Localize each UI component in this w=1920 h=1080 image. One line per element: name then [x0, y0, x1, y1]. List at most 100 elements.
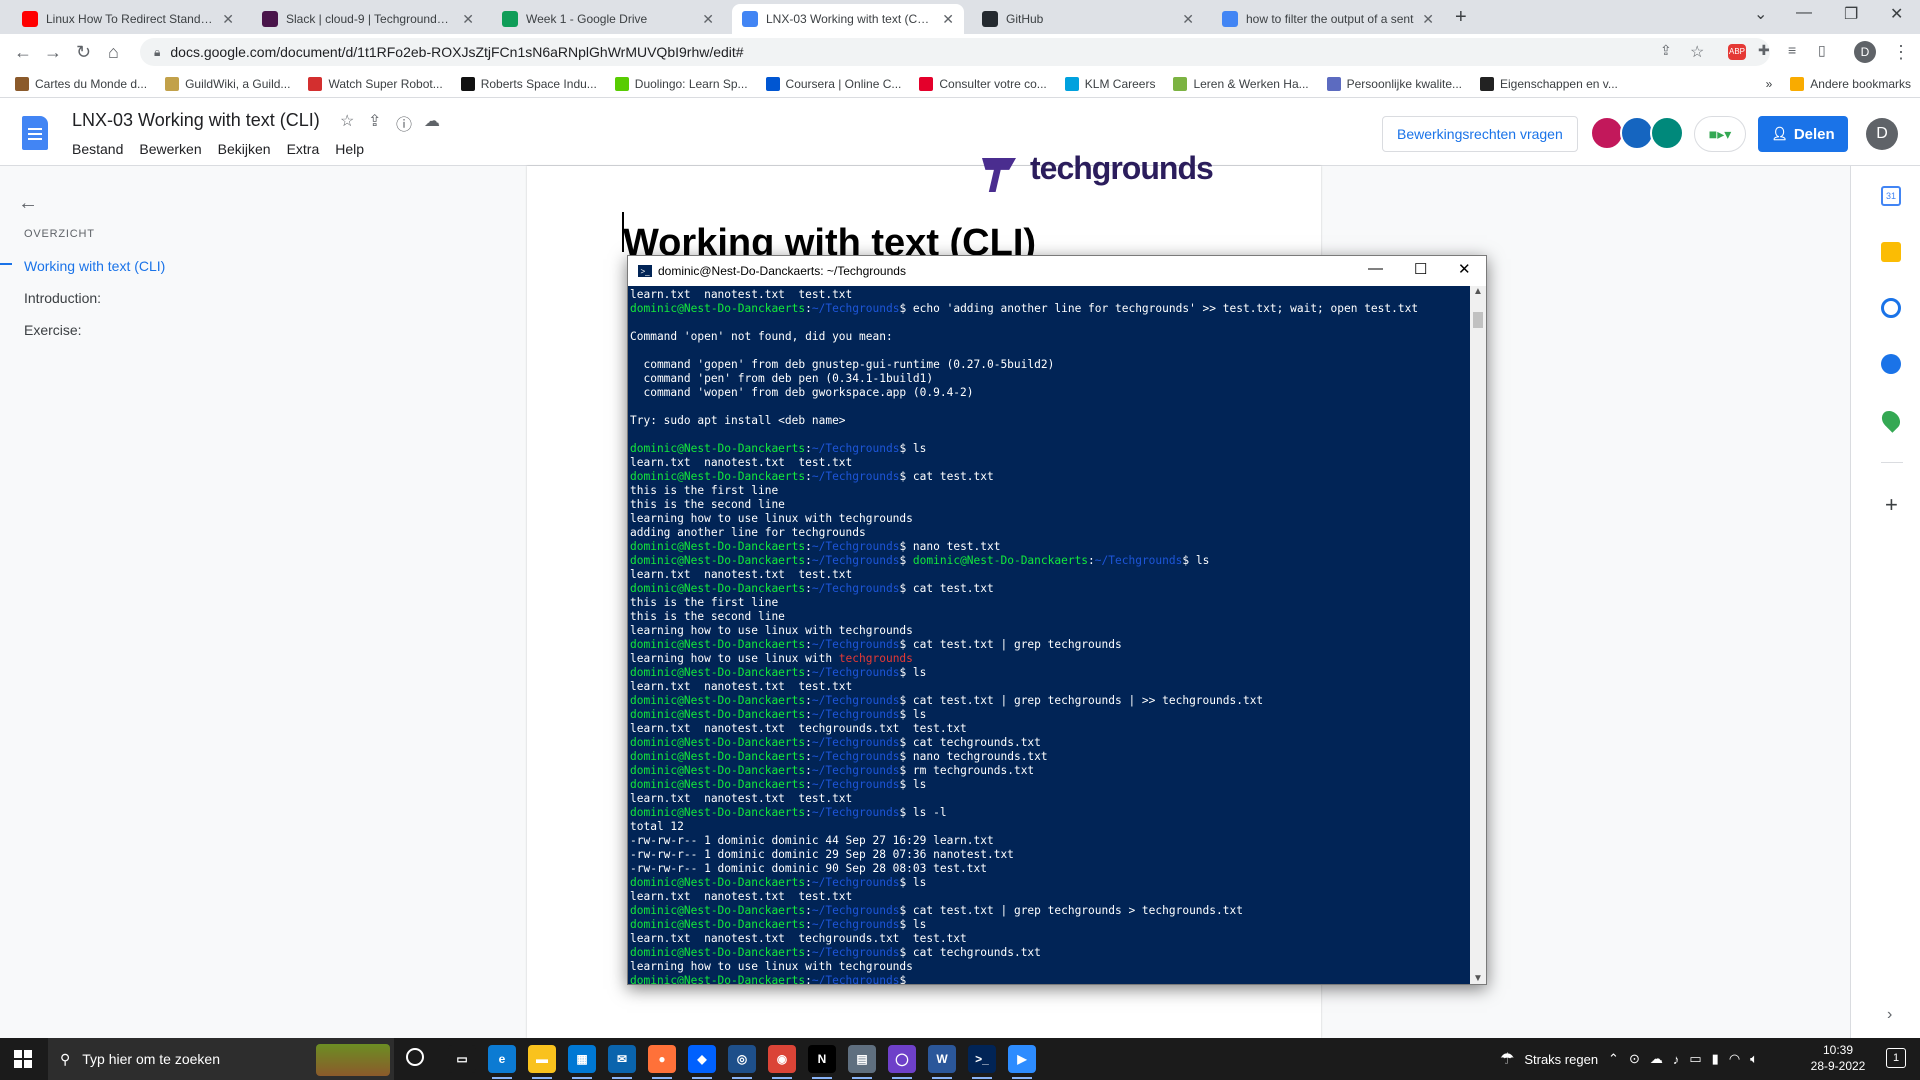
star-icon[interactable]: ☆ — [340, 111, 354, 131]
close-outline-arrow-icon[interactable]: ← — [18, 192, 38, 215]
tab-close-icon[interactable]: ✕ — [702, 11, 714, 28]
word-icon[interactable]: W — [928, 1045, 956, 1073]
chrome-icon[interactable]: ◉ — [768, 1045, 796, 1073]
new-tab-icon[interactable]: + — [1455, 6, 1467, 29]
bookmark-item[interactable]: Duolingo: Learn Sp... — [606, 76, 757, 91]
bookmark-item[interactable]: KLM Careers — [1056, 76, 1165, 91]
profile-avatar[interactable]: D — [1854, 41, 1876, 63]
outline-item-introduction[interactable]: Introduction: — [24, 290, 101, 306]
user-avatar[interactable]: D — [1866, 118, 1898, 150]
adblock-icon[interactable]: ABP — [1728, 44, 1746, 60]
document-title[interactable]: LNX-03 Working with text (CLI) — [72, 110, 320, 131]
edit-request-button[interactable]: Bewerkingsrechten vragen — [1382, 116, 1578, 152]
tab-close-icon[interactable]: ✕ — [1422, 11, 1434, 28]
task-view-icon[interactable]: ▭ — [448, 1045, 476, 1073]
info-icon[interactable]: ⓘ — [396, 111, 412, 135]
scroll-up-icon[interactable]: ▲ — [1473, 286, 1483, 297]
minimize-icon[interactable]: — — [1368, 260, 1383, 277]
terminal-window[interactable]: >_ dominic@Nest-Do-Danckaerts: ~/Techgro… — [627, 255, 1487, 985]
volume-icon[interactable]: 🔈︎ — [1750, 1051, 1758, 1067]
vm-icon[interactable]: ▤ — [848, 1045, 876, 1073]
powershell-icon[interactable]: >_ — [968, 1045, 996, 1073]
keep-icon[interactable] — [1881, 242, 1901, 262]
scroll-down-icon[interactable]: ▼ — [1473, 973, 1483, 984]
bookmark-item[interactable]: Persoonlijke kwalite... — [1318, 76, 1471, 91]
notification-center-icon[interactable]: 1 — [1886, 1048, 1906, 1068]
terminal-scrollbar[interactable]: ▲ ▼ — [1470, 286, 1486, 984]
browser-tab[interactable]: Linux How To Redirect Standard (✕ — [12, 4, 244, 34]
move-icon[interactable]: ⇪ — [368, 111, 381, 131]
browser-tab[interactable]: Slack | cloud-9 | TechgroundsSpa ✕ — [252, 4, 484, 34]
github-desktop-icon[interactable]: ◯ — [888, 1045, 916, 1073]
forward-icon[interactable]: → — [44, 42, 62, 63]
bookmark-star-icon[interactable]: ☆ — [1690, 42, 1704, 62]
reload-icon[interactable]: ↻ — [76, 42, 91, 63]
back-icon[interactable]: ← — [14, 42, 32, 63]
calendar-icon[interactable]: 31 — [1881, 186, 1901, 206]
cortana-icon[interactable] — [406, 1048, 424, 1066]
collaborator-avatar[interactable] — [1620, 116, 1654, 150]
bookmark-item[interactable]: Eigenschappen en v... — [1471, 76, 1627, 91]
windows-start-icon[interactable] — [14, 1050, 32, 1068]
browser-tab[interactable]: LNX-03 Working with text (CLI) - ✕ — [732, 4, 964, 34]
tray-app-icon[interactable]: ⊙ — [1629, 1051, 1640, 1067]
mail-icon[interactable]: ✉ — [608, 1045, 636, 1073]
google-docs-logo-icon[interactable] — [22, 116, 48, 150]
other-bookmarks-folder[interactable]: Andere bookmarks — [1781, 76, 1920, 91]
netflix-icon[interactable]: N — [808, 1045, 836, 1073]
weather-text[interactable]: Straks regen — [1524, 1052, 1598, 1067]
menu-dots-icon[interactable]: ⋮ — [1892, 42, 1910, 63]
tab-close-icon[interactable]: ✕ — [942, 11, 954, 28]
reading-list-icon[interactable]: ≡ — [1788, 42, 1796, 58]
collaborator-avatar[interactable] — [1590, 116, 1624, 150]
menu-bekijken[interactable]: Bekijken — [218, 141, 271, 157]
url-input[interactable]: 🔒︎ docs.google.com/document/d/1t1RFo2eb-… — [140, 38, 1770, 66]
zoom-icon[interactable]: ▶ — [1008, 1045, 1036, 1073]
outline-item-exercise[interactable]: Exercise: — [24, 322, 82, 338]
menu-bewerken[interactable]: Bewerken — [139, 141, 201, 157]
dropbox-icon[interactable]: ◆ — [688, 1045, 716, 1073]
tasks-icon[interactable] — [1881, 298, 1901, 318]
firefox-icon[interactable]: ● — [648, 1045, 676, 1073]
scroll-thumb[interactable] — [1473, 312, 1483, 328]
bookmark-item[interactable]: Roberts Space Indu... — [452, 76, 606, 91]
menu-extra[interactable]: Extra — [287, 141, 320, 157]
network-icon[interactable]: ▭ — [1689, 1051, 1701, 1067]
wifi-icon[interactable]: ◠ — [1729, 1051, 1740, 1067]
tray-chevron-icon[interactable]: ⌃ — [1608, 1051, 1619, 1067]
restore-window-icon[interactable]: ❐ — [1844, 4, 1858, 24]
browser-tab[interactable]: GitHub ✕ — [972, 4, 1204, 34]
outline-item-working-with-text[interactable]: Working with text (CLI) — [24, 258, 165, 274]
cloud-sync-icon[interactable]: ☁︎ — [1650, 1051, 1663, 1067]
extensions-icon[interactable]: ✚ — [1758, 42, 1770, 59]
maximize-icon[interactable]: ☐ — [1414, 260, 1427, 278]
terminal-title-bar[interactable]: >_ dominic@Nest-Do-Danckaerts: ~/Techgro… — [628, 256, 1486, 286]
tab-close-icon[interactable]: ✕ — [1182, 11, 1194, 28]
bookmark-item[interactable]: Watch Super Robot... — [299, 76, 451, 91]
add-addon-icon[interactable]: + — [1885, 492, 1898, 518]
bookmark-item[interactable]: Coursera | Online C... — [757, 76, 911, 91]
contacts-icon[interactable] — [1881, 354, 1901, 374]
bookmark-item[interactable]: Consulter votre co... — [910, 76, 1055, 91]
browser-tab[interactable]: how to filter the output of a sent ✕ — [1212, 4, 1444, 34]
app-icon[interactable]: ◎ — [728, 1045, 756, 1073]
bookmarks-overflow-button[interactable]: » — [1757, 77, 1782, 91]
chevron-down-icon[interactable]: ⌄ — [1754, 4, 1767, 24]
terminal-output[interactable]: learn.txt nanotest.txt test.txt dominic@N… — [628, 286, 1470, 984]
share-page-icon[interactable]: ⇪ — [1660, 42, 1672, 59]
battery-icon[interactable]: ▮ — [1712, 1051, 1719, 1067]
tab-close-icon[interactable]: ✕ — [222, 11, 234, 28]
close-window-icon[interactable]: ✕ — [1890, 4, 1903, 24]
minimize-window-icon[interactable]: — — [1796, 4, 1812, 22]
store-icon[interactable]: ▦ — [568, 1045, 596, 1073]
bookmark-item[interactable]: GuildWiki, a Guild... — [156, 76, 299, 91]
expand-panel-chevron-icon[interactable]: › — [1887, 1006, 1892, 1024]
bookmark-item[interactable]: Leren & Werken Ha... — [1164, 76, 1317, 91]
bookmark-item[interactable]: Cartes du Monde d... — [6, 76, 156, 91]
file-explorer-icon[interactable]: ▬ — [528, 1045, 556, 1073]
close-icon[interactable]: ✕ — [1458, 260, 1471, 278]
share-button[interactable]: 👤︎ Delen — [1758, 116, 1848, 152]
collaborator-avatar[interactable] — [1650, 116, 1684, 150]
browser-tab[interactable]: Week 1 - Google Drive ✕ — [492, 4, 724, 34]
menu-help[interactable]: Help — [335, 141, 364, 157]
